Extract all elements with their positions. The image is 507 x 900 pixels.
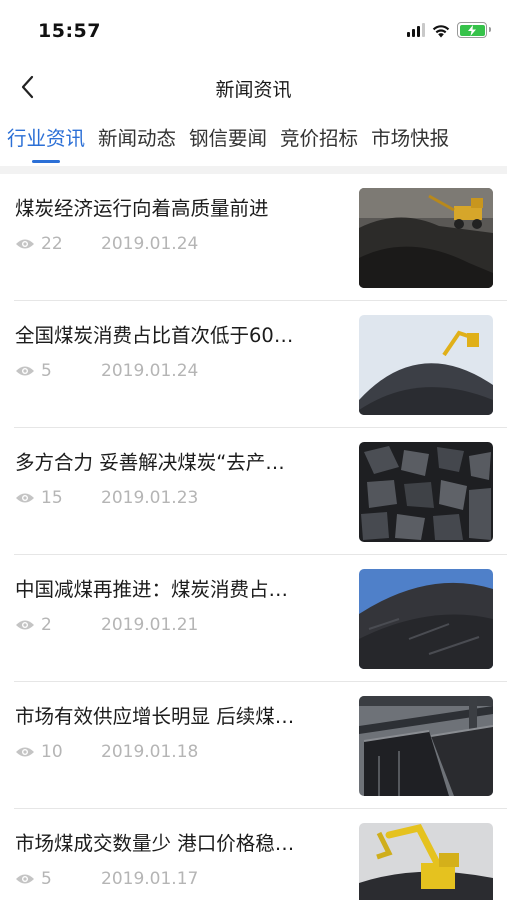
publish-date: 2019.01.17	[101, 869, 199, 889]
news-item[interactable]: 煤炭经济运行向着高质量前进 22 2019.01.24	[0, 174, 507, 301]
tab-industry-news[interactable]: 行业资讯	[0, 118, 91, 164]
tab-steel-news[interactable]: 钢信要闻	[182, 118, 273, 164]
publish-date: 2019.01.24	[101, 361, 199, 381]
news-title: 市场煤成交数量少 港口价格稳…	[15, 832, 295, 855]
tab-market-brief[interactable]: 市场快报	[364, 118, 455, 164]
tab-label: 行业资讯	[7, 127, 86, 150]
news-title: 多方合力 妥善解决煤炭“去产…	[15, 451, 285, 474]
news-list: 煤炭经济运行向着高质量前进 22 2019.01.24 全国煤炭消费占比首次低于…	[0, 174, 507, 900]
news-item[interactable]: 市场煤成交数量少 港口价格稳… 5 2019.01.17	[0, 809, 507, 900]
news-meta: 5 2019.01.17	[15, 869, 198, 889]
news-title: 中国减煤再推进：煤炭消费占…	[15, 578, 289, 601]
news-meta: 22 2019.01.24	[15, 234, 198, 254]
battery-icon	[457, 22, 491, 38]
tab-label: 竞价招标	[280, 127, 359, 150]
news-item[interactable]: 市场有效供应增长明显 后续煤… 10 2019.01.18	[0, 682, 507, 809]
eye-icon	[16, 366, 34, 376]
status-time: 15:57	[38, 20, 101, 42]
view-count: 5	[41, 869, 52, 889]
news-thumbnail	[359, 442, 493, 542]
eye-icon	[16, 747, 34, 757]
cellular-signal-icon	[407, 23, 425, 37]
tab-news-updates[interactable]: 新闻动态	[91, 118, 182, 164]
eye-icon	[16, 874, 34, 884]
status-bar: 15:57	[0, 0, 507, 60]
view-count: 5	[41, 361, 52, 381]
publish-date: 2019.01.21	[101, 615, 199, 635]
section-divider	[0, 166, 507, 174]
tab-label: 新闻动态	[98, 127, 177, 150]
news-meta: 10 2019.01.18	[15, 742, 198, 762]
publish-date: 2019.01.24	[101, 234, 199, 254]
news-meta: 15 2019.01.23	[15, 488, 198, 508]
news-title: 全国煤炭消费占比首次低于60…	[15, 324, 294, 347]
news-item[interactable]: 多方合力 妥善解决煤炭“去产… 15 2019.01.23	[0, 428, 507, 555]
news-title: 煤炭经济运行向着高质量前进	[15, 197, 269, 220]
eye-icon	[16, 493, 34, 503]
news-thumbnail	[359, 569, 493, 669]
news-item[interactable]: 全国煤炭消费占比首次低于60… 5 2019.01.24	[0, 301, 507, 428]
news-item[interactable]: 中国减煤再推进：煤炭消费占… 2 2019.01.21	[0, 555, 507, 682]
news-thumbnail	[359, 315, 493, 415]
tab-label: 钢信要闻	[189, 127, 268, 150]
news-title: 市场有效供应增长明显 后续煤…	[15, 705, 295, 728]
publish-date: 2019.01.23	[101, 488, 199, 508]
tab-label: 市场快报	[371, 127, 450, 150]
eye-icon	[16, 620, 34, 630]
view-count: 22	[41, 234, 63, 254]
news-thumbnail	[359, 696, 493, 796]
tab-bidding[interactable]: 竞价招标	[273, 118, 364, 164]
news-meta: 2 2019.01.21	[15, 615, 198, 635]
active-tab-indicator	[31, 160, 60, 163]
nav-bar: 新闻资讯	[0, 62, 507, 112]
news-meta: 5 2019.01.24	[15, 361, 198, 381]
view-count: 2	[41, 615, 52, 635]
view-count: 15	[41, 488, 63, 508]
page-title: 新闻资讯	[215, 79, 292, 101]
publish-date: 2019.01.18	[101, 742, 199, 762]
view-count: 10	[41, 742, 63, 762]
wifi-icon	[432, 24, 450, 37]
news-thumbnail	[359, 188, 493, 288]
news-thumbnail	[359, 823, 493, 900]
eye-icon	[16, 239, 34, 249]
status-icons	[407, 22, 491, 38]
category-tabs: 行业资讯 新闻动态 钢信要闻 竞价招标 市场快报	[0, 118, 507, 164]
